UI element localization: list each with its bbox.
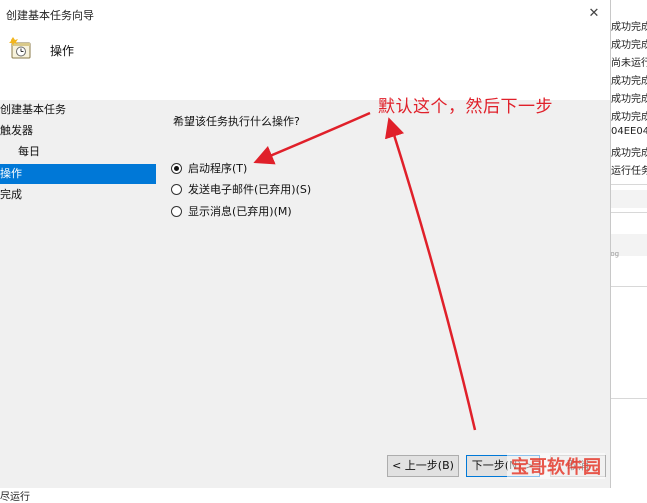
watermark: 宝哥软件园 xyxy=(507,453,605,479)
option-display-message[interactable]: 显示消息(已弃用)(M) xyxy=(171,202,292,220)
watermark-text: 宝哥软件园 xyxy=(511,457,601,478)
bg-status-cell: 成功完成 xyxy=(611,76,647,87)
bg-status-cell: 运行任务 xyxy=(611,166,647,177)
radio-button[interactable] xyxy=(171,183,182,195)
bg-status-cell: 成功完成 xyxy=(611,112,647,123)
bg-band xyxy=(611,190,647,208)
option-start-program[interactable]: 启动程序(T) xyxy=(171,159,247,177)
bg-status-cell: 成功完成 xyxy=(611,148,647,159)
window-title: 创建基本任务向导 xyxy=(6,9,94,22)
annotation-text: 默认这个，然后下一步 xyxy=(378,97,553,117)
radio-button[interactable] xyxy=(171,205,182,217)
bg-status-cell: 成功完成 xyxy=(611,94,647,105)
bg-status-cell: 04EE04 xyxy=(611,126,647,137)
option-label[interactable]: 启动程序(T) xyxy=(188,160,247,176)
bg-bottom-text: 尽运行 xyxy=(0,492,30,503)
bg-status-cell: 成功完成 xyxy=(611,40,647,51)
wizard-header: 操作 xyxy=(0,30,610,100)
task-scheduler-icon xyxy=(9,37,31,59)
step-trigger[interactable]: 触发器 xyxy=(0,121,156,141)
bg-status-cell: 成功完成 xyxy=(611,22,647,33)
step-finish[interactable]: 完成 xyxy=(0,185,156,205)
bg-status-cell: 尚未运行 xyxy=(611,58,647,69)
action-prompt: 希望该任务执行什么操作? xyxy=(173,115,300,128)
bg-divider xyxy=(611,398,647,399)
page-title: 操作 xyxy=(50,44,75,58)
option-label[interactable]: 发送电子邮件(已弃用)(S) xyxy=(188,181,311,197)
back-button[interactable]: < 上一步(B) xyxy=(387,455,459,477)
step-action[interactable]: 操作 xyxy=(0,164,156,184)
title-bar: 创建基本任务向导 ✕ xyxy=(0,0,610,30)
bg-divider xyxy=(611,286,647,287)
bg-divider xyxy=(611,184,647,185)
step-create-basic-task[interactable]: 创建基本任务 xyxy=(0,100,156,120)
create-basic-task-wizard: 创建基本任务向导 ✕ 操作 创建基本任务 触发器 每日 操作 完成 希望该任务执… xyxy=(0,0,611,488)
close-icon[interactable]: ✕ xyxy=(584,4,604,24)
bg-divider xyxy=(611,212,647,213)
radio-button[interactable] xyxy=(171,162,182,174)
wizard-body: 创建基本任务 触发器 每日 操作 完成 希望该任务执行什么操作? 启动程序(T)… xyxy=(0,100,610,488)
step-daily[interactable]: 每日 xyxy=(0,142,156,162)
option-label[interactable]: 显示消息(已弃用)(M) xyxy=(188,203,292,219)
option-send-email[interactable]: 发送电子邮件(已弃用)(S) xyxy=(171,180,311,198)
